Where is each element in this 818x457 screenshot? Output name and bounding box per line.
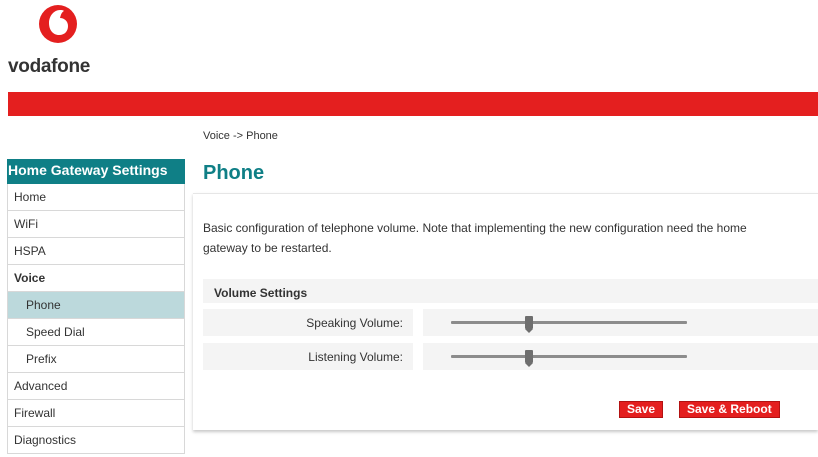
speaking-volume-slider[interactable]	[451, 316, 687, 333]
sidebar-item-firewall[interactable]: Firewall	[7, 400, 185, 427]
vodafone-logo[interactable]: vodafone	[8, 4, 118, 84]
listening-volume-slider[interactable]	[451, 350, 687, 367]
vodafone-speechmark-icon	[39, 5, 77, 43]
sidebar-item-advanced[interactable]: Advanced	[7, 373, 185, 400]
listening-volume-slider-area	[423, 343, 818, 370]
sidebar-item-speed-dial[interactable]: Speed Dial	[7, 319, 185, 346]
listening-volume-slider-thumb[interactable]	[524, 350, 533, 367]
listening-volume-row: Listening Volume:	[203, 343, 818, 370]
sidebar: Home Gateway Settings Home WiFi HSPA Voi…	[7, 159, 185, 454]
save-button[interactable]: Save	[619, 401, 664, 418]
content-panel: Basic configuration of telephone volume.…	[193, 193, 818, 430]
page-title: Phone	[203, 162, 265, 184]
brand-name: vodafone	[8, 56, 91, 77]
speaking-volume-slider-thumb[interactable]	[524, 316, 533, 333]
speaking-volume-slider-area	[423, 309, 818, 336]
volume-settings-heading: Volume Settings	[203, 279, 818, 303]
sidebar-item-hspa[interactable]: HSPA	[7, 238, 185, 265]
sidebar-title: Home Gateway Settings	[7, 159, 185, 184]
sidebar-item-phone[interactable]: Phone	[7, 292, 185, 319]
sidebar-item-prefix[interactable]: Prefix	[7, 346, 185, 373]
sidebar-item-home[interactable]: Home	[7, 184, 185, 211]
page-description: Basic configuration of telephone volume.…	[203, 221, 747, 255]
speaking-volume-row: Speaking Volume:	[203, 309, 818, 336]
sidebar-item-diagnostics[interactable]: Diagnostics	[7, 427, 185, 454]
header-bar	[8, 92, 818, 116]
save-reboot-button[interactable]: Save & Reboot	[679, 401, 780, 418]
speaking-volume-label: Speaking Volume:	[203, 309, 413, 336]
listening-volume-label: Listening Volume:	[203, 343, 413, 370]
breadcrumb: Voice -> Phone	[203, 130, 278, 142]
sidebar-item-voice[interactable]: Voice	[7, 265, 185, 292]
sidebar-item-wifi[interactable]: WiFi	[7, 211, 185, 238]
